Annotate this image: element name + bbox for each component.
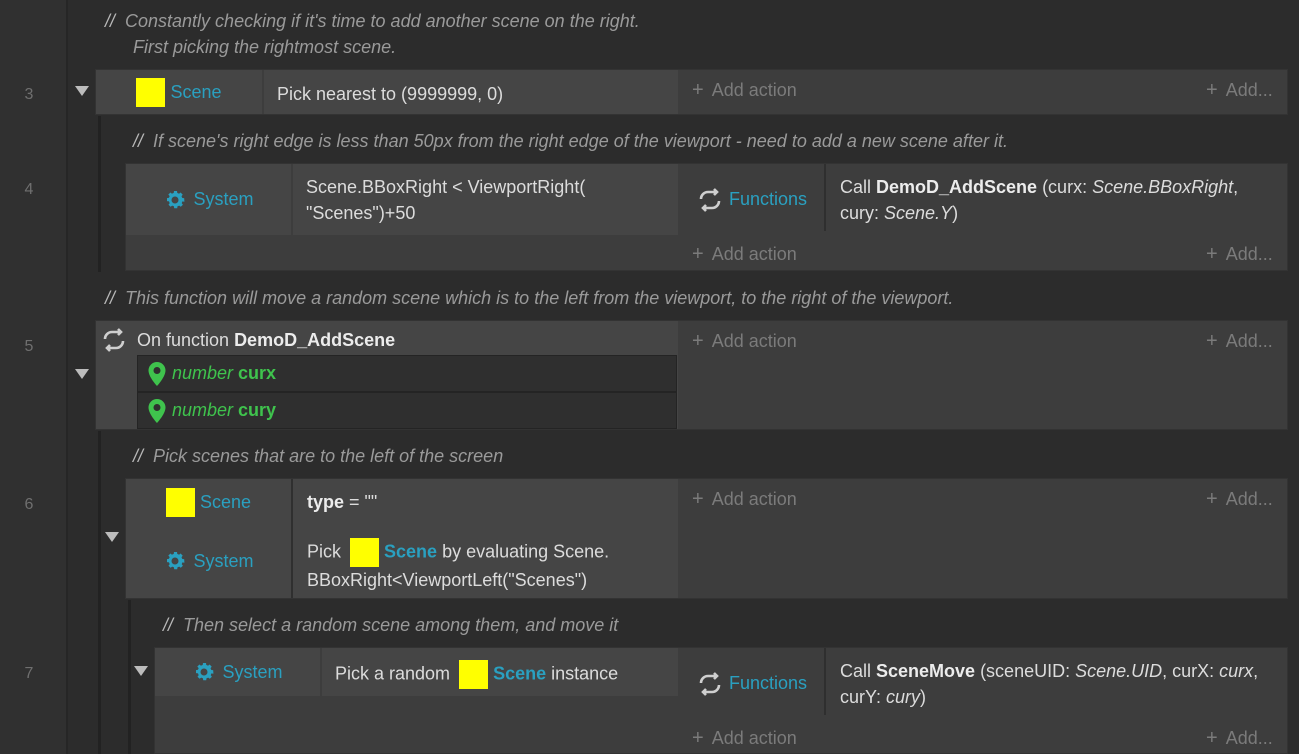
event-3-condition-object[interactable]: Scene <box>96 70 262 114</box>
comment-1-line-2: First picking the rightmost scene. <box>133 37 397 57</box>
event-number-3: 3 <box>24 86 34 103</box>
expand-triangle-icon[interactable] <box>105 532 119 542</box>
add-action-button[interactable]: + Add action <box>692 330 797 353</box>
event-7-action-object[interactable]: Functions <box>680 648 824 719</box>
nesting-line <box>98 116 101 272</box>
add-more-button[interactable]: + Add... <box>1206 79 1273 102</box>
add-action-button[interactable]: + Add action <box>692 79 797 102</box>
event-number-4: 4 <box>24 181 34 198</box>
object-name: Functions <box>728 189 808 209</box>
divider <box>291 479 293 598</box>
gear-icon <box>163 188 187 212</box>
line-number-gutter <box>0 0 68 754</box>
event-4-condition-object[interactable]: System <box>126 164 291 235</box>
map-pin-icon <box>148 361 166 386</box>
gear-icon <box>163 549 187 573</box>
plus-icon: + <box>1206 727 1218 749</box>
scene-object-icon <box>350 538 380 567</box>
event-4-action[interactable]: Call DemoD_AddScene (curx: Scene.BBoxRig… <box>840 174 1280 226</box>
add-more-button[interactable]: + Add... <box>1206 330 1273 353</box>
event-3-condition[interactable]: Pick nearest to (9999999, 0) <box>264 70 678 114</box>
event-7-action[interactable]: Call SceneMove (sceneUID: Scene.UID, cur… <box>840 658 1280 710</box>
comment-2[interactable]: //If scene's right edge is less than 50p… <box>133 131 1008 152</box>
comment-1-line-1: Constantly checking if it's time to add … <box>125 11 640 31</box>
event-4-condition[interactable]: Scene.BBoxRight < ViewportRight( "Scenes… <box>293 164 678 235</box>
add-action-button[interactable]: + Add action <box>692 488 797 511</box>
expand-triangle-icon[interactable] <box>75 369 89 379</box>
event-7-condition-object[interactable]: System <box>155 648 320 696</box>
event-7-condition[interactable]: Pick a random Scene instance <box>322 648 678 696</box>
function-param-curx[interactable]: number curx <box>137 355 677 392</box>
plus-icon: + <box>692 79 704 101</box>
plus-icon: + <box>692 330 704 352</box>
plus-icon: + <box>692 243 704 265</box>
event-6-condition-2-object[interactable]: System <box>126 541 291 581</box>
event-4-action-object[interactable]: Functions <box>680 164 824 235</box>
functions-icon <box>101 327 127 358</box>
plus-icon: + <box>1206 79 1218 101</box>
event-number-6: 6 <box>24 496 34 513</box>
event-number-5: 5 <box>24 338 34 355</box>
nesting-line <box>98 431 101 754</box>
plus-icon: + <box>1206 330 1218 352</box>
plus-icon: + <box>1206 488 1218 510</box>
comment-1[interactable]: // Constantly checking if it's time to ad… <box>105 11 640 32</box>
scene-object-icon <box>459 660 489 689</box>
functions-icon <box>697 187 723 213</box>
scene-object-icon <box>136 77 166 107</box>
comment-slashes: // <box>105 11 116 31</box>
plus-icon: + <box>1206 243 1218 265</box>
object-name: System <box>193 189 254 209</box>
comment-5[interactable]: //Then select a random scene among them,… <box>163 615 618 636</box>
event-6-condition-1[interactable]: type = "" <box>307 489 377 515</box>
add-action-button[interactable]: + Add action <box>692 243 797 266</box>
comment-4[interactable]: //Pick scenes that are to the left of th… <box>133 446 503 467</box>
scene-object-icon <box>165 487 195 517</box>
functions-icon <box>697 671 723 697</box>
plus-icon: + <box>692 727 704 749</box>
expand-triangle-icon[interactable] <box>134 666 148 676</box>
nesting-line <box>128 600 131 754</box>
event-number-7: 7 <box>24 665 34 682</box>
divider <box>824 648 826 715</box>
divider <box>824 164 826 231</box>
add-more-button[interactable]: + Add... <box>1206 243 1273 266</box>
add-more-button[interactable]: + Add... <box>1206 727 1273 750</box>
event-6-condition-2[interactable]: Pick Scene by evaluating Scene. BBoxRigh… <box>307 538 672 593</box>
gear-icon <box>192 660 216 684</box>
event-6-condition-1-object[interactable]: Scene <box>126 482 291 522</box>
function-param-cury[interactable]: number cury <box>137 392 677 429</box>
add-more-button[interactable]: + Add... <box>1206 488 1273 511</box>
expand-triangle-icon[interactable] <box>75 86 89 96</box>
add-action-button[interactable]: + Add action <box>692 727 797 750</box>
map-pin-icon <box>148 398 166 423</box>
comment-3[interactable]: //This function will move a random scene… <box>105 288 953 309</box>
object-name: Scene <box>170 81 222 102</box>
function-name: DemoD_AddScene <box>234 330 396 350</box>
plus-icon: + <box>692 488 704 510</box>
function-signature[interactable]: On function DemoD_AddScene <box>137 327 395 353</box>
